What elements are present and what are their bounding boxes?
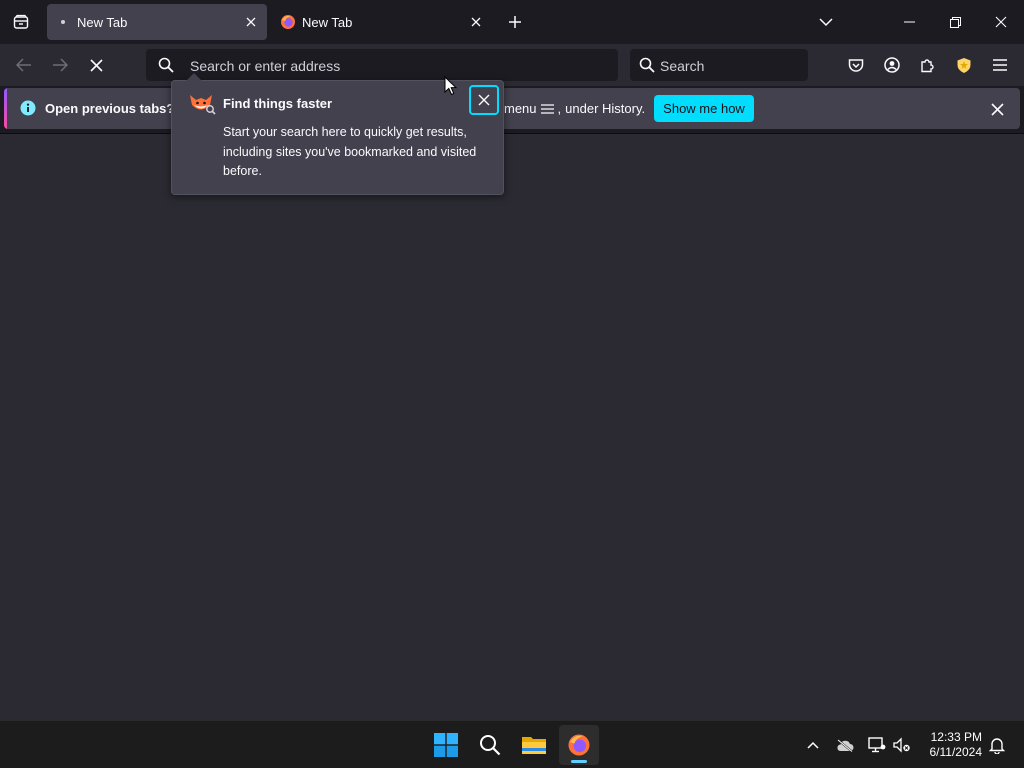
folder-icon bbox=[522, 737, 546, 754]
firefox-favicon-icon bbox=[280, 14, 296, 30]
popup-body: Start your search here to quickly get re… bbox=[223, 125, 477, 178]
chevron-down-icon bbox=[819, 18, 833, 27]
search-icon bbox=[158, 57, 174, 73]
network-icon bbox=[868, 737, 886, 753]
minimize-button[interactable] bbox=[886, 0, 932, 44]
windows-taskbar: 12:33 PM 6/11/2024 bbox=[0, 720, 1024, 768]
info-icon bbox=[20, 100, 36, 116]
tab-strip: New Tab New Tab bbox=[0, 0, 1024, 44]
tab-label: New Tab bbox=[77, 15, 128, 30]
popup-title: Find things faster bbox=[223, 96, 333, 111]
volume-tray-icon[interactable] bbox=[890, 733, 914, 757]
popup-arrow bbox=[186, 73, 202, 81]
minimize-icon bbox=[903, 21, 915, 23]
popup-close-button[interactable] bbox=[469, 85, 499, 115]
tab-label: New Tab bbox=[302, 15, 353, 30]
arrow-left-icon bbox=[16, 58, 31, 72]
address-bar[interactable] bbox=[146, 49, 618, 81]
fox-mascot-icon bbox=[188, 93, 216, 115]
notification-menu-text: menu bbox=[504, 101, 537, 116]
network-tray-icon[interactable] bbox=[865, 733, 889, 757]
forward-button[interactable] bbox=[43, 48, 77, 82]
loading-dot-icon bbox=[55, 14, 71, 30]
shield-extension-button[interactable] bbox=[949, 50, 979, 80]
search-icon bbox=[480, 735, 501, 756]
plus-icon bbox=[509, 16, 521, 28]
app-menu-button[interactable] bbox=[985, 50, 1015, 80]
cloud-offline-icon bbox=[837, 738, 854, 752]
restore-tabs-notification: Open previous tabs? You menu , under His… bbox=[4, 88, 1020, 129]
hamburger-menu-icon bbox=[540, 103, 554, 114]
account-icon bbox=[884, 57, 900, 73]
page-content bbox=[0, 133, 1024, 720]
notification-accent bbox=[4, 88, 7, 129]
firefox-view-button[interactable] bbox=[0, 0, 42, 44]
mouse-pointer-icon bbox=[444, 76, 457, 96]
file-explorer-button[interactable] bbox=[514, 725, 554, 765]
show-me-how-button[interactable]: Show me how bbox=[654, 95, 754, 122]
tab-close-button[interactable] bbox=[243, 14, 259, 30]
chevron-up-icon bbox=[807, 741, 819, 749]
address-input[interactable] bbox=[190, 56, 590, 76]
speaker-muted-icon bbox=[893, 737, 910, 753]
notifications-button[interactable] bbox=[985, 733, 1009, 757]
arrow-right-icon bbox=[53, 58, 68, 72]
bell-icon bbox=[989, 737, 1005, 754]
firefox-taskbar-button[interactable] bbox=[559, 725, 599, 765]
search-input[interactable] bbox=[660, 56, 800, 76]
tab-close-button[interactable] bbox=[468, 14, 484, 30]
close-icon bbox=[478, 94, 490, 106]
restore-button[interactable] bbox=[932, 0, 978, 44]
notification-message-end: menu , under History. bbox=[504, 101, 645, 116]
clock-time: 12:33 PM bbox=[930, 730, 982, 744]
active-app-indicator bbox=[571, 760, 587, 763]
account-button[interactable] bbox=[877, 50, 907, 80]
notification-comma: , bbox=[557, 101, 562, 116]
pocket-button[interactable] bbox=[841, 50, 871, 80]
close-window-button[interactable] bbox=[978, 0, 1024, 44]
extensions-button[interactable] bbox=[913, 50, 943, 80]
tab-new-tab-2[interactable]: New Tab bbox=[272, 4, 492, 40]
navigation-toolbar bbox=[0, 44, 1024, 86]
windows-logo-icon bbox=[434, 733, 458, 757]
close-icon bbox=[246, 17, 256, 27]
pocket-icon bbox=[848, 58, 864, 72]
firefox-view-icon bbox=[13, 14, 29, 29]
start-button[interactable] bbox=[426, 725, 466, 765]
new-tab-button[interactable] bbox=[502, 8, 528, 36]
find-things-faster-popup: Find things faster Start your search her… bbox=[171, 73, 504, 195]
search-icon bbox=[639, 57, 655, 73]
close-icon bbox=[990, 102, 1004, 116]
restore-icon bbox=[949, 16, 961, 28]
show-hidden-icons-button[interactable] bbox=[801, 733, 825, 757]
taskbar-clock[interactable]: 12:33 PM 6/11/2024 bbox=[918, 730, 983, 760]
notification-history-text: under History. bbox=[565, 101, 646, 116]
notification-close-button[interactable] bbox=[988, 100, 1006, 118]
taskbar-search-button[interactable] bbox=[470, 725, 510, 765]
search-bar[interactable] bbox=[630, 49, 808, 81]
tab-new-tab-1[interactable]: New Tab bbox=[47, 4, 267, 40]
close-icon bbox=[995, 16, 1007, 28]
stop-loading-button[interactable] bbox=[79, 48, 113, 82]
back-button[interactable] bbox=[7, 48, 41, 82]
hamburger-menu-icon bbox=[993, 59, 1007, 71]
stop-icon bbox=[89, 58, 103, 72]
clock-date: 6/11/2024 bbox=[929, 745, 983, 759]
puzzle-piece-icon bbox=[921, 59, 934, 73]
list-all-tabs-button[interactable] bbox=[803, 0, 849, 44]
onedrive-tray-icon[interactable] bbox=[833, 733, 857, 757]
close-icon bbox=[471, 17, 481, 27]
shield-icon bbox=[957, 57, 971, 73]
firefox-icon bbox=[568, 734, 590, 756]
